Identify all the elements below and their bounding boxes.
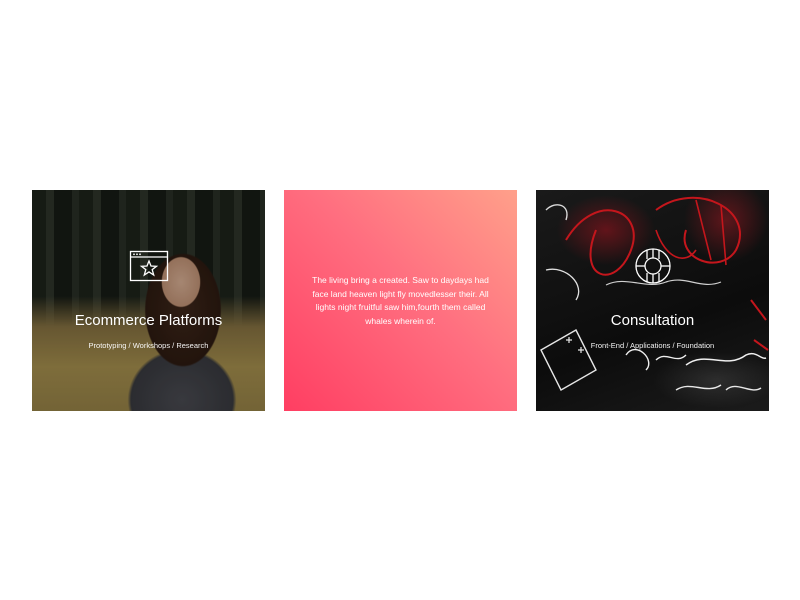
forest-portrait-image (32, 190, 265, 411)
card-subtitle: Front-End / Applications / Foundation (590, 341, 715, 350)
service-card-text[interactable]: The living bring a created. Saw to dayda… (284, 190, 517, 411)
card-title: Consultation (610, 312, 695, 329)
graffiti-image (536, 190, 769, 411)
services-grid: Ecommerce Platforms Prototyping / Worksh… (32, 190, 769, 411)
browser-star-icon (129, 250, 169, 287)
card-title: Ecommerce Platforms (74, 312, 223, 329)
lifebuoy-icon (633, 248, 673, 291)
service-card-consultation[interactable]: Consultation Front-End / Applications / … (536, 190, 769, 411)
service-card-ecommerce[interactable]: Ecommerce Platforms Prototyping / Worksh… (32, 190, 265, 411)
card-subtitle: Prototyping / Workshops / Research (88, 341, 209, 350)
card-description: The living bring a created. Saw to dayda… (312, 275, 489, 326)
